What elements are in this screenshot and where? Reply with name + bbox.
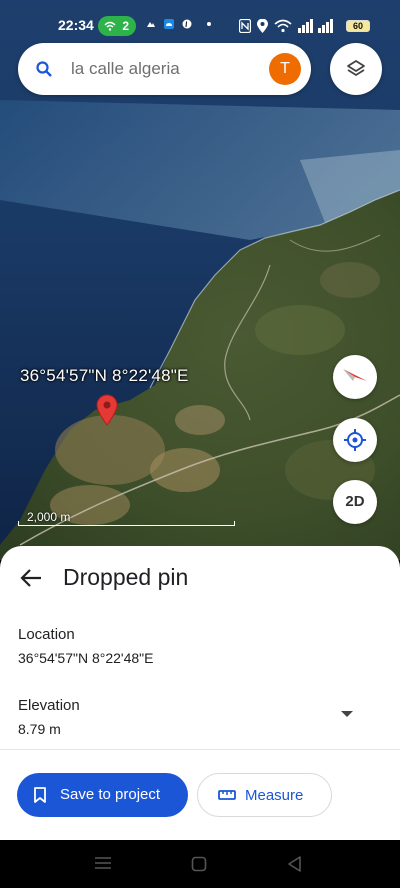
view-mode-button[interactable]: 2D [333,480,377,524]
status-bar: 22:34 2 60 [0,0,400,40]
compass-icon [343,369,367,381]
scale-bar: 2,000 m [18,510,235,526]
search-icon [36,61,52,77]
layers-icon [347,60,365,76]
search-input[interactable]: la calle algeria [71,59,180,79]
sheet-title: Dropped pin [63,564,189,590]
my-location-button[interactable] [333,418,377,462]
location-status-icon [257,19,268,33]
location-value: 36°54'57"N 8°22'48"E [18,650,154,666]
battery-indicator: 60 [346,20,370,32]
save-to-project-button[interactable]: Save to project [17,773,188,817]
chevron-down-icon[interactable] [340,710,354,718]
nfc-icon [239,19,251,33]
measure-label: Measure [245,787,304,804]
menu-icon[interactable] [94,856,112,870]
app-notification-icon [147,22,155,27]
pin-coordinates-label: 36°54'57"N 8°22'48"E [20,366,189,385]
notification-count: 2 [122,19,129,33]
status-time: 22:34 [58,17,94,33]
ruler-icon [218,790,236,800]
dropped-pin-icon[interactable] [96,394,118,426]
home-icon[interactable] [191,856,207,872]
layers-button[interactable] [330,43,382,95]
more-notifications-icon [207,22,211,26]
search-bar[interactable]: la calle algeria T [18,43,311,95]
pinterest-icon [182,19,192,29]
avatar[interactable]: T [269,53,301,85]
system-navigation-bar [0,840,400,888]
divider [0,749,400,750]
compass-button[interactable] [333,355,377,399]
elevation-label: Elevation [18,697,80,714]
bookmark-icon [34,787,46,803]
signal-icon [298,19,333,33]
save-to-project-label: Save to project [60,786,161,803]
location-label: Location [18,626,75,643]
cloud-notification-icon [164,19,174,29]
my-location-icon [344,429,366,451]
wifi-icon [274,19,292,33]
dropped-pin-sheet: Dropped pin Location 36°54'57"N 8°22'48"… [0,546,400,840]
measure-button[interactable]: Measure [197,773,332,817]
elevation-value: 8.79 m [18,721,61,737]
scale-line [18,521,235,526]
hotspot-icon [104,21,116,31]
notification-pill: 2 [98,16,136,36]
back-arrow-icon[interactable] [20,568,42,588]
back-nav-icon[interactable] [287,856,301,872]
status-right: 60 [239,16,370,36]
